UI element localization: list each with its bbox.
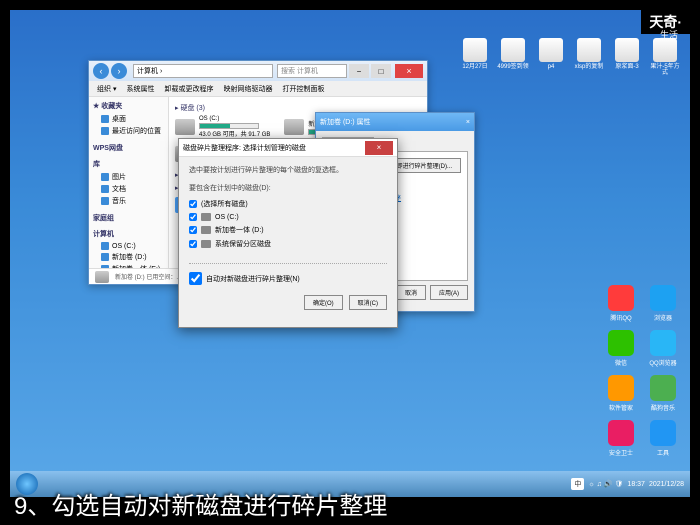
disk-list: (选择所有磁盘) OS (C:) 新加卷一体 (D:) 系统保留分区磁盘 <box>189 197 387 251</box>
desktop-icon[interactable]: 4999签到领 <box>496 38 530 76</box>
close-button[interactable]: × <box>395 64 423 78</box>
pictures-icon <box>101 173 109 181</box>
disk-row-c[interactable]: OS (C:) <box>189 211 387 223</box>
capacity-bar <box>199 123 259 129</box>
desktop-icon[interactable]: xlsp的复制 <box>572 38 606 76</box>
app-tool[interactable]: 工具 <box>646 420 680 457</box>
menu-uninstall[interactable]: 卸载或更改程序 <box>164 84 213 94</box>
app-qqbrowser[interactable]: QQ浏览器 <box>646 330 680 367</box>
auto-defrag-checkbox[interactable] <box>189 272 202 285</box>
address-bar[interactable]: 计算机 › <box>133 64 273 78</box>
sidebar-item-pictures[interactable]: 图片 <box>93 171 164 183</box>
close-button[interactable]: × <box>466 119 470 126</box>
sidebar-computer[interactable]: 计算机 <box>93 229 164 239</box>
desktop-icon <box>101 115 109 123</box>
menu-controlpanel[interactable]: 打开控制面板 <box>282 84 324 94</box>
nav-back-button[interactable]: ‹ <box>93 63 109 79</box>
drive-icon <box>201 213 211 221</box>
defrag-description: 选中要按计划进行碎片整理的每个磁盘的复选框。 <box>189 165 387 175</box>
desktop-icon[interactable]: 12月27日 <box>458 38 492 76</box>
app-manager[interactable]: 软件管家 <box>604 375 638 412</box>
app-security[interactable]: 安全卫士 <box>604 420 638 457</box>
sidebar-favorites[interactable]: ★ 收藏夹 <box>93 101 164 111</box>
app-music[interactable]: 酷狗音乐 <box>646 375 680 412</box>
props-titlebar[interactable]: 新加卷 (D:) 属性 × <box>316 113 474 131</box>
cancel-button[interactable]: 取消(C) <box>349 295 387 310</box>
checkbox-c[interactable] <box>189 213 197 221</box>
drive-icon <box>175 119 195 135</box>
menu-mapdrive[interactable]: 映射网络驱动器 <box>223 84 272 94</box>
disk-list-label: 要包含在计划中的磁盘(D): <box>189 183 387 193</box>
disk-row-all[interactable]: (选择所有磁盘) <box>189 197 387 211</box>
manager-icon <box>608 375 634 401</box>
music-icon <box>650 375 676 401</box>
checkbox-all[interactable] <box>189 200 197 208</box>
sidebar-item-music[interactable]: 音乐 <box>93 195 164 207</box>
file-icon <box>577 38 601 62</box>
ok-button[interactable]: 确定(O) <box>304 295 343 310</box>
file-icon <box>501 38 525 62</box>
explorer-menubar: 组织 ▾ 系统属性 卸载或更改程序 映射网络驱动器 打开控制面板 <box>89 81 427 97</box>
app-shortcuts: 腾讯QQ 浏览器 微信 QQ浏览器 软件管家 酷狗音乐 安全卫士 工具 <box>604 285 680 457</box>
desktop: 天奇· 生活 12月27日 4999签到领 p4 xlsp的复制 原浆面-3 果… <box>10 10 690 497</box>
file-icon <box>653 38 677 62</box>
drive-icon <box>201 226 211 234</box>
menu-organize[interactable]: 组织 ▾ <box>97 84 116 94</box>
qqbrowser-icon <box>650 330 676 356</box>
desktop-icon[interactable]: 原浆面-3 <box>610 38 644 76</box>
drive-icon <box>101 265 109 268</box>
drive-icon <box>101 242 109 250</box>
sidebar-item-drive-c[interactable]: OS (C:) <box>93 241 164 251</box>
app-qq[interactable]: 腾讯QQ <box>604 285 638 322</box>
defrag-schedule-dialog: 磁盘碎片整理程序: 选择计划管理的磁盘 × 选中要按计划进行碎片整理的每个磁盘的… <box>178 138 398 328</box>
sidebar-item-drive-e[interactable]: 新加卷一体 (E:) <box>93 263 164 268</box>
security-icon <box>608 420 634 446</box>
drive-icon <box>95 271 109 283</box>
music-lib-icon <box>101 197 109 205</box>
wechat-icon <box>608 330 634 356</box>
drive-c[interactable]: OS (C:) 43.0 GB 可用，共 91.7 GB <box>175 116 270 138</box>
app-browser[interactable]: 浏览器 <box>646 285 680 322</box>
defrag-titlebar[interactable]: 磁盘碎片整理程序: 选择计划管理的磁盘 × <box>179 139 397 157</box>
qq-icon <box>608 285 634 311</box>
desktop-icons: 12月27日 4999签到领 p4 xlsp的复制 原浆面-3 果汁-5年方式 <box>458 38 682 76</box>
nav-fwd-button[interactable]: › <box>111 63 127 79</box>
sidebar-homegroup[interactable]: 家庭组 <box>93 213 164 223</box>
sidebar-libraries[interactable]: 库 <box>93 159 164 169</box>
cancel-button[interactable]: 取消 <box>396 285 426 300</box>
apply-button[interactable]: 应用(A) <box>430 285 468 300</box>
disk-row-d[interactable]: 新加卷一体 (D:) <box>189 223 387 237</box>
desktop-icon[interactable]: p4 <box>534 38 568 76</box>
desktop-icon[interactable]: 果汁-5年方式 <box>648 38 682 76</box>
drive-icon <box>201 240 211 248</box>
search-input[interactable]: 搜索 计算机 <box>277 64 347 78</box>
checkbox-d[interactable] <box>189 226 197 234</box>
app-wechat[interactable]: 微信 <box>604 330 638 367</box>
sidebar-wps[interactable]: WPS网盘 <box>93 143 164 153</box>
monitor: 天奇· 生活 12月27日 4999签到领 p4 xlsp的复制 原浆面-3 果… <box>0 0 700 525</box>
file-icon <box>539 38 563 62</box>
sidebar-item-docs[interactable]: 文档 <box>93 183 164 195</box>
maximize-button[interactable]: □ <box>371 64 391 78</box>
checkbox-reserved[interactable] <box>189 240 197 248</box>
drive-icon <box>284 119 304 135</box>
file-icon <box>463 38 487 62</box>
menu-sysprops[interactable]: 系统属性 <box>126 84 154 94</box>
tool-icon <box>650 420 676 446</box>
minimize-button[interactable]: − <box>349 64 369 78</box>
tutorial-subtitle: 9、勾选自动对新磁盘进行碎片整理 <box>0 486 700 521</box>
sidebar-item-recent[interactable]: 最近访问的位置 <box>93 125 164 137</box>
explorer-titlebar[interactable]: ‹ › 计算机 › 搜索 计算机 − □ × <box>89 61 427 81</box>
recent-icon <box>101 127 109 135</box>
file-icon <box>615 38 639 62</box>
close-button[interactable]: × <box>365 141 393 155</box>
docs-icon <box>101 185 109 193</box>
drive-icon <box>101 253 109 261</box>
explorer-sidebar: ★ 收藏夹 桌面 最近访问的位置 WPS网盘 库 图片 文档 音乐 家庭组 计算… <box>89 97 169 268</box>
browser-icon <box>650 285 676 311</box>
sidebar-item-desktop[interactable]: 桌面 <box>93 113 164 125</box>
disk-row-reserved[interactable]: 系统保留分区磁盘 <box>189 237 387 251</box>
auto-defrag-row[interactable]: 自动对新磁盘进行碎片整理(N) <box>189 263 387 285</box>
sidebar-item-drive-d[interactable]: 新加卷 (D:) <box>93 251 164 263</box>
